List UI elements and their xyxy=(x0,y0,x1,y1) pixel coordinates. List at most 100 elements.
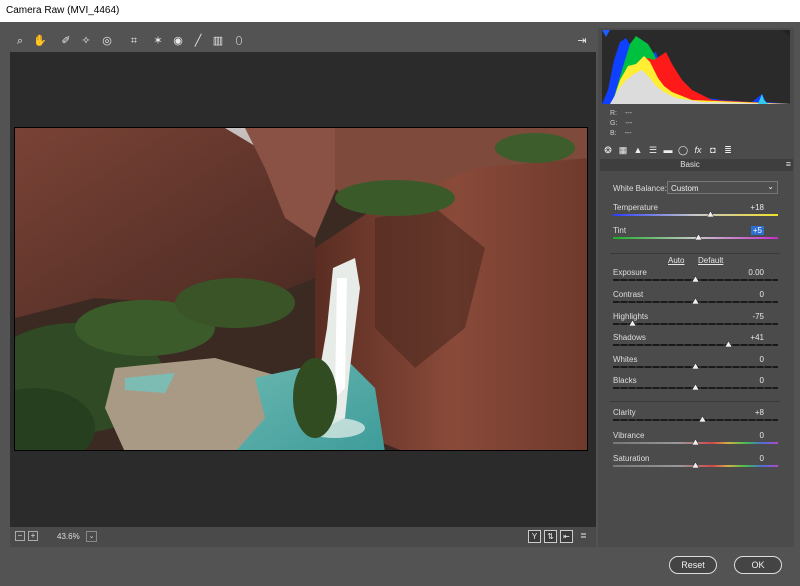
adjustment-brush-icon[interactable]: ╱ xyxy=(190,33,206,49)
ok-button[interactable]: OK xyxy=(734,556,782,574)
blacks-label: Blacks xyxy=(613,376,637,385)
chevron-down-icon: ⌄ xyxy=(767,182,774,191)
blacks-value[interactable]: 0 xyxy=(724,376,764,385)
g-value: --- xyxy=(625,120,633,127)
effects-tab-icon[interactable]: fx xyxy=(692,144,704,156)
panel-tabs: ❂ ▦ ▲ ☰ ▬ ◯ fx ◘ ≣ xyxy=(602,142,790,158)
histogram-graph xyxy=(602,30,790,104)
readout-b: B: --- xyxy=(610,130,632,137)
whites-label: Whites xyxy=(613,355,638,364)
cycle-views-icon[interactable]: ⇅ xyxy=(544,530,557,543)
adjustments-panel xyxy=(598,28,794,547)
clarity-value[interactable]: +8 xyxy=(724,408,764,417)
saturation-label: Saturation xyxy=(613,454,650,463)
vibrance-label: Vibrance xyxy=(613,431,645,440)
crop-tool-icon[interactable]: ⌗ xyxy=(126,33,142,49)
radial-filter-icon[interactable]: ⬯ xyxy=(231,33,247,49)
clarity-value-text: +8 xyxy=(754,408,764,417)
vibrance-value-text: 0 xyxy=(759,431,764,440)
zoom-tool-icon[interactable]: ⌕ xyxy=(12,33,28,49)
graduated-filter-icon[interactable]: ▥ xyxy=(210,33,226,49)
white-balance-select[interactable]: Custom ⌄ xyxy=(667,181,778,194)
swap-settings-icon[interactable]: ⇤ xyxy=(560,530,573,543)
color-sampler-tool-icon[interactable]: ✧ xyxy=(78,33,94,49)
zoom-bar: − + 43.6% ⌄ Y ⇅ ⇤ ≣ xyxy=(10,527,596,547)
tool-bar: ⌕ ✋ ✐ ✧ ◎ ⌗ ✶ ◉ ╱ ▥ ⬯ ⇥ xyxy=(10,30,596,52)
clarity-slider-thumb[interactable] xyxy=(698,416,706,422)
clarity-label: Clarity xyxy=(613,408,636,417)
whites-slider-thumb[interactable] xyxy=(692,363,699,369)
waterfall-photo xyxy=(15,128,587,450)
blacks-value-text: 0 xyxy=(759,376,764,385)
hsl-tab-icon[interactable]: ☰ xyxy=(647,144,659,156)
tint-slider-thumb[interactable] xyxy=(695,234,703,240)
preview-preferences-icon[interactable]: ≣ xyxy=(577,530,590,543)
r-label: R: xyxy=(610,110,617,117)
red-eye-tool-icon[interactable]: ◉ xyxy=(170,33,186,49)
window-title: Camera Raw (MVI_4464) xyxy=(6,5,120,16)
contrast-value[interactable]: 0 xyxy=(724,290,764,299)
histogram xyxy=(602,30,790,104)
exposure-value-text: 0.00 xyxy=(748,268,764,277)
b-label: B: xyxy=(610,130,617,137)
contrast-slider-thumb[interactable] xyxy=(692,298,699,304)
white-balance-value: Custom xyxy=(671,184,699,193)
vibrance-slider-thumb[interactable] xyxy=(692,439,699,445)
detail-tab-icon[interactable]: ▲ xyxy=(632,144,644,156)
default-link[interactable]: Default xyxy=(698,256,723,265)
camera-calibration-tab-icon[interactable]: ◘ xyxy=(707,144,719,156)
toggle-preview-icon[interactable]: Y xyxy=(528,530,541,543)
exposure-value[interactable]: 0.00 xyxy=(724,268,764,277)
basic-section-header: Basic ≡ xyxy=(600,159,793,171)
saturation-value[interactable]: 0 xyxy=(724,454,764,463)
targeted-adjustment-tool-icon[interactable]: ◎ xyxy=(99,33,115,49)
hand-tool-icon[interactable]: ✋ xyxy=(32,33,48,49)
g-label: G: xyxy=(610,120,618,127)
exposure-slider-thumb[interactable] xyxy=(692,276,699,282)
zoom-out-button[interactable]: − xyxy=(15,531,25,541)
temperature-slider-track[interactable] xyxy=(613,214,778,216)
contrast-value-text: 0 xyxy=(759,290,764,299)
highlights-slider-track[interactable] xyxy=(613,323,778,325)
exposure-label: Exposure xyxy=(613,268,647,277)
contrast-label: Contrast xyxy=(613,290,644,299)
split-toning-tab-icon[interactable]: ▬ xyxy=(662,144,674,156)
saturation-value-text: 0 xyxy=(759,454,764,463)
zoom-dropdown-icon[interactable]: ⌄ xyxy=(86,531,97,542)
highlights-value[interactable]: -75 xyxy=(724,312,764,321)
whites-value[interactable]: 0 xyxy=(724,355,764,364)
readout-r: R: --- xyxy=(610,110,632,117)
saturation-slider-thumb[interactable] xyxy=(692,462,699,468)
temperature-label: Temperature xyxy=(613,203,658,212)
b-value: --- xyxy=(624,130,632,137)
highlights-slider-thumb[interactable] xyxy=(629,320,637,326)
panel-menu-icon[interactable]: ≡ xyxy=(786,159,791,169)
presets-tab-icon[interactable]: ≣ xyxy=(722,144,734,156)
zoom-level: 43.6% xyxy=(57,532,80,541)
auto-link[interactable]: Auto xyxy=(668,256,684,265)
section-divider xyxy=(610,401,780,402)
photo-preview xyxy=(14,127,588,451)
tint-value[interactable]: +5 xyxy=(724,226,764,235)
white-balance-tool-icon[interactable]: ✐ xyxy=(58,33,74,49)
section-divider xyxy=(610,253,780,254)
blacks-slider-thumb[interactable] xyxy=(692,384,699,390)
r-value: --- xyxy=(624,110,632,117)
spot-removal-tool-icon[interactable]: ✶ xyxy=(150,33,166,49)
reset-button[interactable]: Reset xyxy=(669,556,717,574)
tone-curve-tab-icon[interactable]: ▦ xyxy=(617,144,629,156)
temperature-slider-thumb[interactable] xyxy=(706,211,714,217)
shadows-label: Shadows xyxy=(613,333,646,342)
shadows-slider-track[interactable] xyxy=(613,344,778,346)
zoom-in-button[interactable]: + xyxy=(28,531,38,541)
clarity-slider-track[interactable] xyxy=(613,419,778,421)
temperature-value-text: +18 xyxy=(750,203,764,212)
shadows-slider-thumb[interactable] xyxy=(725,341,732,347)
shadows-value-text: +41 xyxy=(750,333,764,342)
temperature-value[interactable]: +18 xyxy=(724,203,764,212)
vibrance-value[interactable]: 0 xyxy=(724,431,764,440)
lens-corrections-tab-icon[interactable]: ◯ xyxy=(677,144,689,156)
readout-g: G: --- xyxy=(610,120,632,127)
basic-tab-icon[interactable]: ❂ xyxy=(602,144,614,156)
open-preferences-icon[interactable]: ⇥ xyxy=(574,33,590,49)
